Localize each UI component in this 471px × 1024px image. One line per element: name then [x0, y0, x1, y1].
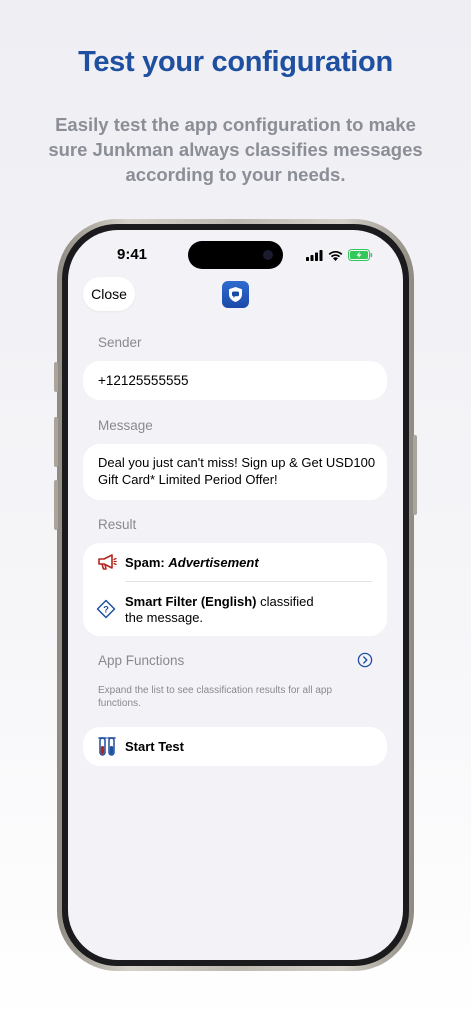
start-test-button[interactable]: Start Test — [83, 727, 387, 766]
phone-volume-down-button — [54, 480, 58, 530]
question-diamond-icon: ? — [96, 599, 116, 619]
status-time: 9:41 — [117, 246, 148, 263]
start-test-label-text: Start Test — [125, 739, 184, 754]
filter-text-1: classified — [260, 594, 314, 609]
filter-result-text: Smart Filter (English) classified the me… — [125, 594, 365, 626]
message-value: Deal you just can't miss! Sign up & Get … — [98, 455, 376, 487]
result-divider — [125, 581, 372, 582]
result-card: Spam: Advertisement ? Smart Filter (Engl… — [83, 543, 387, 636]
junkman-shield-icon — [222, 281, 249, 308]
filter-name: Smart Filter (English) — [125, 594, 257, 609]
app-functions-label: App Functions — [98, 653, 185, 668]
message-field[interactable]: Deal you just can't miss! Sign up & Get … — [83, 444, 387, 500]
result-category: Spam: Advertisement — [125, 555, 259, 571]
chevron-right-circle-icon[interactable] — [357, 652, 373, 668]
close-button[interactable]: Close — [83, 277, 135, 311]
phone-power-button — [413, 435, 417, 515]
phone-screen: 9:41 Close Sender +12125555555 Message D… — [68, 230, 403, 960]
message-label: Message — [98, 418, 153, 433]
status-icons — [306, 248, 373, 262]
sender-label: Sender — [98, 335, 142, 350]
wifi-icon — [328, 250, 343, 261]
result-label: Result — [98, 517, 137, 532]
page-subtitle: Easily test the app configuration to mak… — [48, 114, 423, 185]
dynamic-island — [188, 241, 283, 269]
app-functions-hint: Expand the list to see classification re… — [98, 685, 333, 709]
sender-value: +12125555555 — [98, 373, 189, 388]
result-category-prefix: Spam: — [125, 555, 165, 570]
phone-action-button — [54, 362, 58, 392]
camera-icon — [263, 250, 273, 260]
megaphone-icon — [98, 554, 117, 570]
test-tubes-icon — [98, 737, 116, 756]
svg-text:?: ? — [103, 605, 109, 616]
battery-charging-icon — [348, 249, 373, 261]
phone-volume-up-button — [54, 417, 58, 467]
start-test-label: Start Test — [125, 739, 184, 755]
filter-text-2: the message. — [125, 610, 204, 625]
signal-icon — [306, 249, 323, 261]
sender-field[interactable]: +12125555555 — [83, 361, 387, 400]
page-title: Test your configuration — [78, 46, 393, 78]
result-subcategory: Advertisement — [168, 555, 259, 570]
